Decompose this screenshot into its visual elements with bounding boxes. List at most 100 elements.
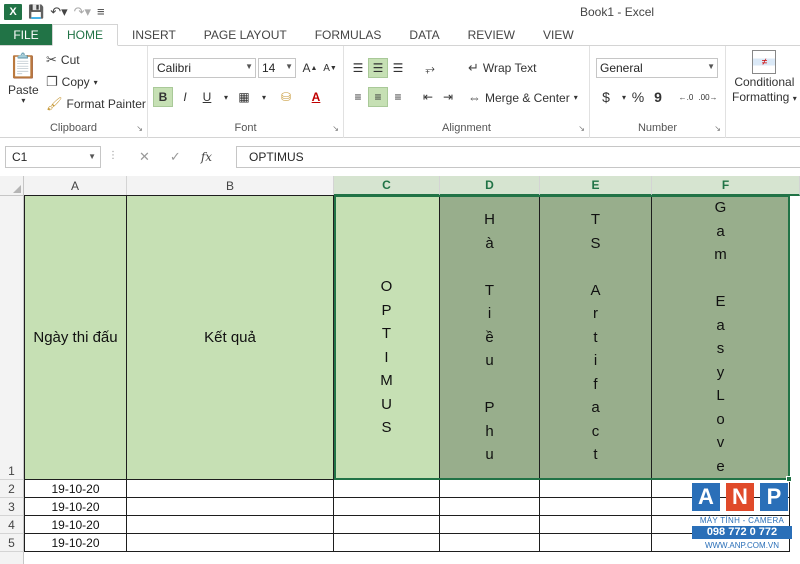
bold-button[interactable]: B [153,87,173,107]
column-header-e[interactable]: E [540,176,652,196]
percent-button[interactable]: % [628,87,648,107]
cell-b1[interactable]: Kết quả [127,195,334,480]
align-right-icon[interactable]: ≡ [388,87,408,107]
cell-b3[interactable] [127,498,334,516]
row-header-6[interactable] [0,552,24,564]
dialog-launcher-icon[interactable]: ↘ [714,124,721,133]
fill-color-icon[interactable]: ⛁ [276,87,296,107]
cell-c2[interactable] [334,480,440,498]
column-header-c[interactable]: C [334,176,440,196]
undo-icon[interactable]: ↶▾ [50,4,67,20]
cell-d5[interactable] [440,534,540,552]
cell-a3[interactable]: 19-10-20 [24,498,127,516]
cell-a1[interactable]: Ngày thi đấu [24,195,127,480]
tab-file[interactable]: FILE [0,24,52,45]
select-all-button[interactable] [0,176,24,196]
italic-button[interactable]: I [175,87,195,107]
format-painter-button[interactable]: 🖌 Format Painter [46,96,146,112]
decrease-indent-icon[interactable]: ⇤ [418,87,438,107]
dialog-launcher-icon[interactable]: ↘ [136,124,143,133]
cell-e4[interactable] [540,516,652,534]
column-header-a[interactable]: A [24,176,127,196]
customize-qa-icon[interactable]: ≡ [97,4,105,20]
redo-icon[interactable]: ↷▾ [74,4,91,20]
paste-label: Paste [8,83,39,97]
cell-e1[interactable]: TSArtifact [540,195,652,480]
tab-view[interactable]: VIEW [529,24,588,45]
increase-indent-icon[interactable]: ⇥ [438,87,458,107]
cell-b5[interactable] [127,534,334,552]
insert-function-icon[interactable]: fx [201,150,212,164]
cell-d1[interactable]: HàTiềuPhu [440,195,540,480]
dialog-launcher-icon[interactable]: ↘ [332,124,339,133]
tab-insert[interactable]: INSERT [118,24,190,45]
conditional-formatting-button[interactable]: ≠ Conditional Formatting ▾ [732,50,797,104]
row-header-2[interactable]: 2 [0,480,24,498]
merge-center-button[interactable]: ⇔ Merge & Center ▾ [468,90,578,105]
cell-e3[interactable] [540,498,652,516]
currency-button[interactable]: $ [596,87,616,107]
dialog-launcher-icon[interactable]: ↘ [578,124,585,133]
align-top-icon[interactable]: ☰ [348,58,368,78]
tab-formulas[interactable]: FORMULAS [301,24,396,45]
font-name-value: Calibri [157,61,192,75]
row-header-3[interactable]: 3 [0,498,24,516]
cut-button[interactable]: ✂ Cut [46,52,80,68]
column-header-f[interactable]: F [652,176,800,196]
cell-d3[interactable] [440,498,540,516]
align-bottom-icon[interactable]: ☰ [388,58,408,78]
cell-b2[interactable] [127,480,334,498]
number-format-select[interactable]: General ▼ [596,58,718,78]
row-header-5[interactable]: 5 [0,534,24,552]
borders-icon[interactable]: ▦ [234,87,254,107]
cell-e5[interactable] [540,534,652,552]
cell-b4[interactable] [127,516,334,534]
tab-page-layout[interactable]: PAGE LAYOUT [190,24,301,45]
align-center-icon[interactable]: ≡ [368,87,388,107]
cell-c1[interactable]: OPTIMUS [334,195,440,480]
cell-c4[interactable] [334,516,440,534]
cell-f1[interactable]: GamEasyLove [652,195,790,480]
chevron-down-icon[interactable]: ▾ [216,87,236,107]
cell-d2[interactable] [440,480,540,498]
column-header-d[interactable]: D [440,176,540,196]
fill-handle[interactable] [786,476,792,482]
ribbon-tabs: FILE HOME INSERT PAGE LAYOUT FORMULAS DA… [0,24,800,46]
comma-style-button[interactable]: 9 [648,87,668,107]
wrap-text-button[interactable]: ↵ Wrap Text [468,60,536,76]
tab-review[interactable]: REVIEW [454,24,529,45]
font-name-select[interactable]: Calibri ▼ [153,58,256,78]
cell-d4[interactable] [440,516,540,534]
column-header-b[interactable]: B [127,176,334,196]
cell-c3[interactable] [334,498,440,516]
cancel-icon[interactable]: ✕ [139,149,150,165]
formula-input[interactable]: OPTIMUS [236,146,800,168]
cell-c5[interactable] [334,534,440,552]
name-box[interactable]: C1 ▼ [5,146,101,168]
cell-a2[interactable]: 19-10-20 [24,480,127,498]
orientation-icon[interactable]: ⥅ [420,58,440,78]
decrease-font-size-icon[interactable]: A ▼ [320,58,340,78]
row-header-4[interactable]: 4 [0,516,24,534]
row-header-1[interactable]: 1 [0,196,24,480]
increase-decimal-icon[interactable]: ←.0 [676,87,696,107]
chevron-down-icon[interactable]: ▾ [254,87,274,107]
formula-bar-resize-handle[interactable]: ⋮ [108,150,118,161]
save-icon[interactable]: 💾 [28,4,44,20]
tab-data[interactable]: DATA [395,24,453,45]
font-size-value: 14 [262,61,276,75]
decrease-decimal-icon[interactable]: .00→ [698,87,718,107]
copy-button[interactable]: ❐ Copy ▾ [46,74,98,90]
paste-button[interactable]: 📋 Paste ▾ [8,52,39,105]
enter-icon[interactable]: ✓ [170,149,181,165]
increase-font-size-icon[interactable]: A ▲ [300,58,320,78]
cell-e2[interactable] [540,480,652,498]
font-color-icon[interactable]: A [306,87,326,107]
underline-button[interactable]: U [197,87,217,107]
align-middle-icon[interactable]: ☰ [368,58,388,78]
font-size-select[interactable]: 14 ▼ [258,58,296,78]
cell-a5[interactable]: 19-10-20 [24,534,127,552]
tab-home[interactable]: HOME [52,24,118,46]
cell-a4[interactable]: 19-10-20 [24,516,127,534]
align-left-icon[interactable]: ≡ [348,87,368,107]
